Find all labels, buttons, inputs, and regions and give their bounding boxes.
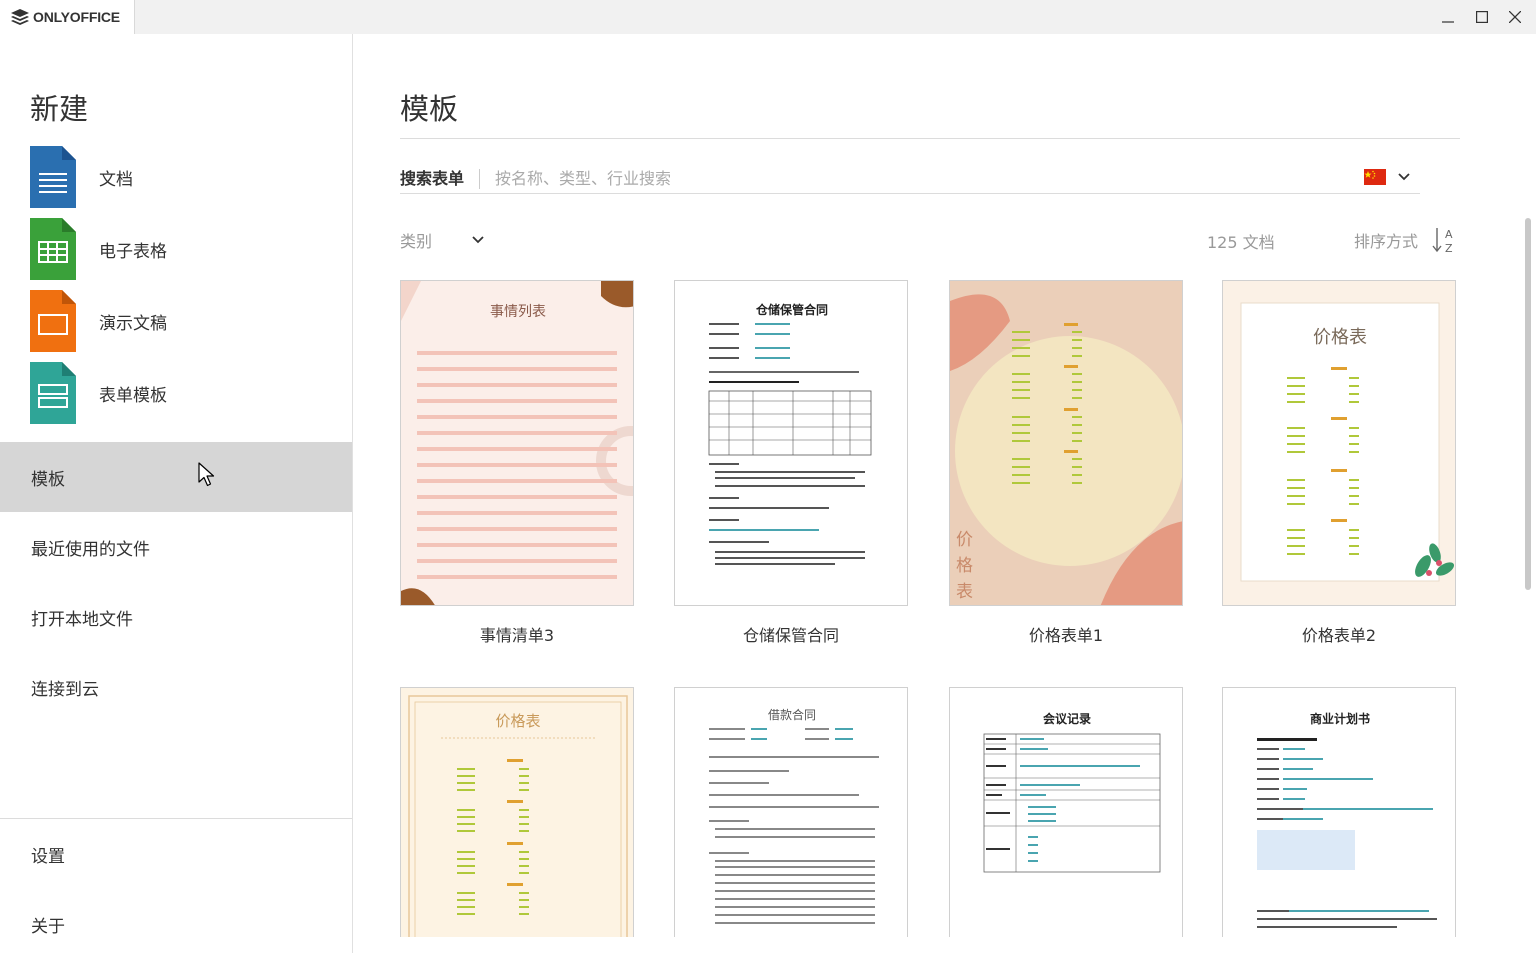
template-thumbnail: 事情列表 <box>400 280 634 606</box>
sort-az-icon[interactable]: A Z <box>1432 225 1458 255</box>
scrollbar[interactable] <box>1525 218 1531 590</box>
search-bar: 搜索表单 <box>400 164 1420 194</box>
nav-connect-cloud-label: 连接到云 <box>31 679 99 700</box>
thumbnail-title: 事情列表 <box>490 304 546 320</box>
onlyoffice-logo-icon <box>11 9 29 25</box>
template-thumbnail: 价格表 <box>1222 280 1456 606</box>
sidebar: 新建 文档 电子表格 演示文稿 表单模板 模板 最近使用的文件 打开本地文件 连… <box>0 34 353 953</box>
nav-templates[interactable]: 模板 <box>0 442 352 512</box>
thumbnail-title: 价格表 <box>495 712 541 730</box>
template-card[interactable]: 借款合同 <box>674 687 908 937</box>
template-card[interactable]: 价格表 <box>400 687 634 937</box>
todo-list-preview-icon <box>401 281 633 605</box>
template-card[interactable]: 仓储保管合同 仓储保管合同 <box>674 280 908 646</box>
sort-button[interactable]: 排序方式 <box>1354 228 1418 252</box>
template-thumbnail: 价格表 <box>949 280 1183 606</box>
close-button[interactable] <box>1498 0 1532 34</box>
create-form-template-button[interactable]: 表单模板 <box>30 362 167 424</box>
template-card[interactable]: 价格表 价格表单1 <box>949 280 1183 646</box>
template-card[interactable]: 事情列表 事情清单3 <box>400 280 634 646</box>
thumbnail-title: 价格表 <box>1313 327 1367 348</box>
form-template-icon <box>30 362 76 424</box>
create-form-template-label: 表单模板 <box>99 385 167 406</box>
title-divider <box>400 138 1460 139</box>
nav-about[interactable]: 关于 <box>0 889 352 959</box>
create-document-label: 文档 <box>99 169 133 190</box>
search-input[interactable] <box>495 169 1316 188</box>
create-document-button[interactable]: 文档 <box>30 146 133 208</box>
category-dropdown[interactable]: 类别 <box>400 228 432 252</box>
maximize-button[interactable] <box>1465 0 1499 34</box>
flag-china-icon[interactable] <box>1364 169 1386 185</box>
nav-templates-label: 模板 <box>31 469 65 490</box>
template-name: 价格表单2 <box>1301 626 1377 645</box>
document-count: 125 文档 <box>1207 233 1275 252</box>
app-brand: ONLYOFFICE <box>33 9 120 25</box>
template-thumbnail: 会议记录 <box>949 687 1183 937</box>
nav-recent-files[interactable]: 最近使用的文件 <box>0 512 352 582</box>
business-plan-preview-icon <box>1257 738 1437 928</box>
template-thumbnail: 价格表 <box>400 687 634 937</box>
nav-recent-files-label: 最近使用的文件 <box>31 539 150 560</box>
presentation-icon <box>30 290 76 352</box>
nav-open-local-file[interactable]: 打开本地文件 <box>0 582 352 652</box>
nav-settings[interactable]: 设置 <box>0 819 352 889</box>
flag-stars-icon <box>1364 170 1376 179</box>
contract-preview-icon <box>708 323 872 565</box>
nav-about-label: 关于 <box>31 916 65 937</box>
template-thumbnail: 借款合同 <box>674 687 908 937</box>
template-thumbnail: 商业计划书 <box>1222 687 1456 937</box>
template-card[interactable]: 商业计划书 <box>1222 687 1456 937</box>
template-card[interactable]: 价格表 价格表单2 <box>1222 280 1456 646</box>
nav-open-local-file-label: 打开本地文件 <box>31 609 133 630</box>
template-name: 事情清单3 <box>479 626 555 645</box>
page-title: 模板 <box>400 92 459 126</box>
main-panel: 模板 搜索表单 类别 125 文档 排序方式 A Z <box>354 34 1536 953</box>
loan-contract-preview-icon <box>709 728 879 924</box>
category-chevron-down-icon[interactable] <box>470 232 486 248</box>
document-icon <box>30 146 76 208</box>
thumbnail-title: 价格表 <box>956 530 973 602</box>
template-card[interactable]: 会议记录 <box>949 687 1183 937</box>
template-name: 仓储保管合同 <box>742 626 839 645</box>
svg-text:A: A <box>1445 228 1453 241</box>
filter-row: 类别 125 文档 排序方式 A Z <box>400 225 1460 255</box>
title-bar: ONLYOFFICE <box>0 0 1536 34</box>
minimize-button[interactable] <box>1431 0 1465 34</box>
mouse-cursor-icon <box>198 462 215 487</box>
new-section-title: 新建 <box>30 92 89 126</box>
spreadsheet-icon <box>30 218 76 280</box>
template-thumbnail: 仓储保管合同 <box>674 280 908 606</box>
language-chevron-down-icon[interactable] <box>1396 168 1412 184</box>
template-name: 价格表单1 <box>1028 626 1104 645</box>
price-list-preview-icon <box>950 294 1182 605</box>
minimize-icon <box>1442 21 1454 23</box>
create-spreadsheet-button[interactable]: 电子表格 <box>30 218 167 280</box>
search-label: 搜索表单 <box>400 168 481 189</box>
create-spreadsheet-label: 电子表格 <box>99 241 167 262</box>
meeting-minutes-preview-icon <box>983 733 1161 873</box>
app-tab[interactable]: ONLYOFFICE <box>0 0 135 34</box>
nav-connect-cloud[interactable]: 连接到云 <box>0 652 352 722</box>
create-presentation-label: 演示文稿 <box>99 313 167 334</box>
svg-text:Z: Z <box>1445 242 1453 255</box>
maximize-icon <box>1476 11 1488 23</box>
close-icon <box>1509 11 1521 23</box>
create-presentation-button[interactable]: 演示文稿 <box>30 290 167 352</box>
nav-settings-label: 设置 <box>31 846 65 867</box>
